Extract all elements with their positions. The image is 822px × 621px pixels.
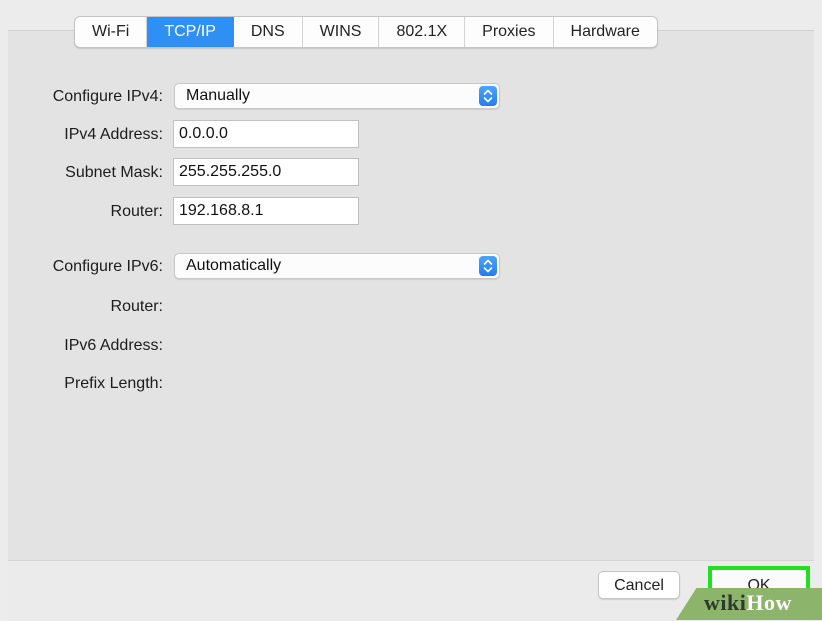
chevron-up-down-icon <box>479 256 497 276</box>
subnet-mask-field[interactable]: 255.255.255.0 <box>173 158 359 186</box>
tab-8021x[interactable]: 802.1X <box>379 17 466 47</box>
prefix-length-label: Prefix Length: <box>64 375 163 392</box>
configure-ipv6-value: Automatically <box>186 257 282 274</box>
tab-tcpip[interactable]: TCP/IP <box>147 17 234 47</box>
ipv6-address-label: IPv6 Address: <box>64 337 163 354</box>
configure-ipv4-value: Manually <box>186 87 251 104</box>
watermark-wiki-text: wiki <box>704 590 747 615</box>
tab-wins[interactable]: WINS <box>303 17 380 47</box>
configure-ipv6-select[interactable]: Automatically <box>174 253 500 279</box>
ipv6-router-label: Router: <box>110 298 163 315</box>
ipv4-router-field[interactable]: 192.168.8.1 <box>173 197 359 225</box>
configure-ipv4-select[interactable]: Manually <box>174 83 500 109</box>
tab-proxies[interactable]: Proxies <box>465 17 554 47</box>
ipv4-router-label: Router: <box>110 203 163 220</box>
subnet-mask-label: Subnet Mask: <box>65 164 163 181</box>
configure-ipv4-label: Configure IPv4: <box>52 88 163 105</box>
tab-bar: Wi-Fi TCP/IP DNS WINS 802.1X Proxies Har… <box>74 16 658 48</box>
cancel-button[interactable]: Cancel <box>598 571 680 599</box>
tab-hardware[interactable]: Hardware <box>554 17 657 47</box>
watermark-how-text: How <box>746 590 792 615</box>
configure-ipv6-label: Configure IPv6: <box>52 258 163 275</box>
tab-dns[interactable]: DNS <box>234 17 303 47</box>
tcpip-settings-panel <box>8 30 814 561</box>
tab-wifi[interactable]: Wi-Fi <box>75 17 148 47</box>
watermark-logo: wikiHow <box>704 590 792 616</box>
ipv4-address-label: IPv4 Address: <box>64 126 163 143</box>
ipv4-address-field[interactable]: 0.0.0.0 <box>173 120 359 148</box>
chevron-up-down-icon <box>479 86 497 106</box>
wikihow-watermark: wikiHow <box>676 588 822 620</box>
